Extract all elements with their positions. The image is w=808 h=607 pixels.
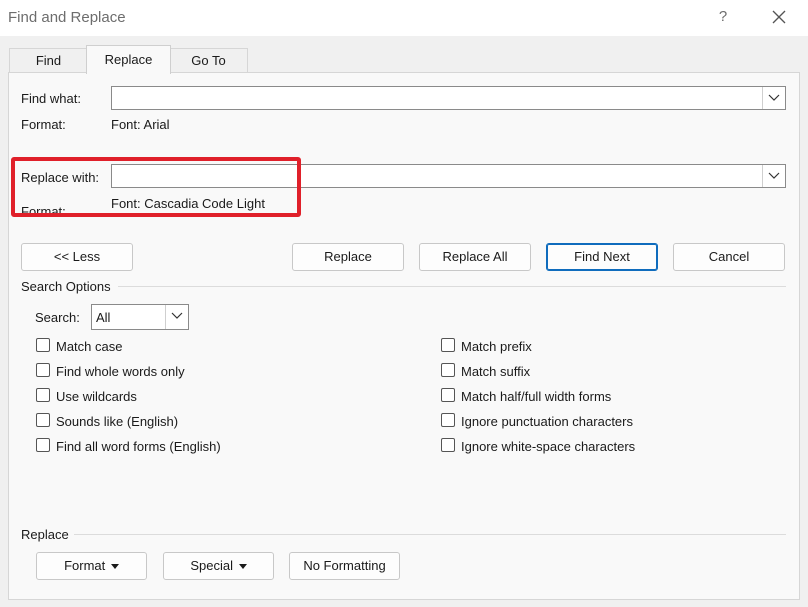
search-options-divider bbox=[118, 286, 786, 287]
help-icon: ? bbox=[718, 8, 728, 25]
sounds-like-label[interactable]: Sounds like (English) bbox=[56, 414, 178, 429]
special-menu-button[interactable]: Special bbox=[163, 552, 274, 580]
ignore-whitespace-checkbox[interactable] bbox=[441, 438, 455, 452]
find-what-input[interactable] bbox=[111, 86, 786, 110]
word-forms-checkbox[interactable] bbox=[36, 438, 50, 452]
match-suffix-label[interactable]: Match suffix bbox=[461, 364, 530, 379]
tab-find[interactable]: Find bbox=[9, 48, 88, 73]
search-options-heading: Search Options bbox=[21, 279, 111, 294]
replace-section-divider bbox=[74, 534, 786, 535]
ignore-punctuation-checkbox[interactable] bbox=[441, 413, 455, 427]
replace-panel bbox=[8, 72, 800, 600]
half-full-width-label[interactable]: Match half/full width forms bbox=[461, 389, 611, 404]
wildcards-label[interactable]: Use wildcards bbox=[56, 389, 137, 404]
cancel-button[interactable]: Cancel bbox=[673, 243, 785, 271]
search-direction-value: All bbox=[96, 310, 111, 325]
replace-all-button[interactable]: Replace All bbox=[419, 243, 531, 271]
window-title: Find and Replace bbox=[8, 9, 126, 26]
match-case-checkbox[interactable] bbox=[36, 338, 50, 352]
find-format-value: Font: Arial bbox=[111, 117, 170, 132]
match-prefix-checkbox[interactable] bbox=[441, 338, 455, 352]
search-direction-select[interactable]: All bbox=[91, 304, 189, 330]
format-button-label: Format bbox=[64, 558, 106, 573]
tab-replace-label: Replace bbox=[104, 52, 153, 67]
find-next-button[interactable]: Find Next bbox=[546, 243, 658, 271]
find-what-dropdown-button[interactable] bbox=[762, 87, 785, 109]
close-button[interactable] bbox=[766, 4, 792, 30]
caret-down-icon bbox=[238, 564, 247, 569]
replace-button[interactable]: Replace bbox=[292, 243, 404, 271]
match-suffix-checkbox[interactable] bbox=[441, 363, 455, 377]
find-what-label: Find what: bbox=[21, 91, 81, 106]
caret-down-icon bbox=[110, 564, 119, 569]
help-button[interactable]: ? bbox=[712, 4, 734, 30]
search-direction-dropdown-button[interactable] bbox=[165, 305, 188, 329]
ignore-whitespace-label[interactable]: Ignore white-space characters bbox=[461, 439, 635, 454]
search-direction-label: Search: bbox=[35, 310, 80, 325]
title-bar: Find and Replace ? bbox=[0, 0, 808, 36]
no-formatting-button[interactable]: No Formatting bbox=[289, 552, 400, 580]
tab-goto[interactable]: Go To bbox=[169, 48, 248, 73]
format-menu-button[interactable]: Format bbox=[36, 552, 147, 580]
close-icon bbox=[772, 10, 786, 24]
chevron-down-icon bbox=[171, 312, 183, 319]
chevron-down-icon bbox=[768, 94, 780, 101]
whole-words-label[interactable]: Find whole words only bbox=[56, 364, 185, 379]
word-forms-label[interactable]: Find all word forms (English) bbox=[56, 439, 221, 454]
less-button[interactable]: << Less bbox=[21, 243, 133, 271]
wildcards-checkbox[interactable] bbox=[36, 388, 50, 402]
sounds-like-checkbox[interactable] bbox=[36, 413, 50, 427]
whole-words-checkbox[interactable] bbox=[36, 363, 50, 377]
tab-goto-label: Go To bbox=[191, 53, 226, 68]
chevron-down-icon bbox=[768, 172, 780, 179]
replace-with-dropdown-button[interactable] bbox=[762, 165, 785, 187]
match-prefix-label[interactable]: Match prefix bbox=[461, 339, 532, 354]
tab-find-label: Find bbox=[35, 53, 62, 68]
ignore-punctuation-label[interactable]: Ignore punctuation characters bbox=[461, 414, 633, 429]
match-case-label[interactable]: Match case bbox=[56, 339, 122, 354]
find-format-label: Format: bbox=[21, 117, 66, 132]
annotation-highlight-box bbox=[11, 157, 301, 217]
special-button-label: Special bbox=[190, 558, 233, 573]
replace-section-heading: Replace bbox=[21, 527, 69, 542]
tab-replace[interactable]: Replace bbox=[86, 45, 171, 74]
half-full-width-checkbox[interactable] bbox=[441, 388, 455, 402]
